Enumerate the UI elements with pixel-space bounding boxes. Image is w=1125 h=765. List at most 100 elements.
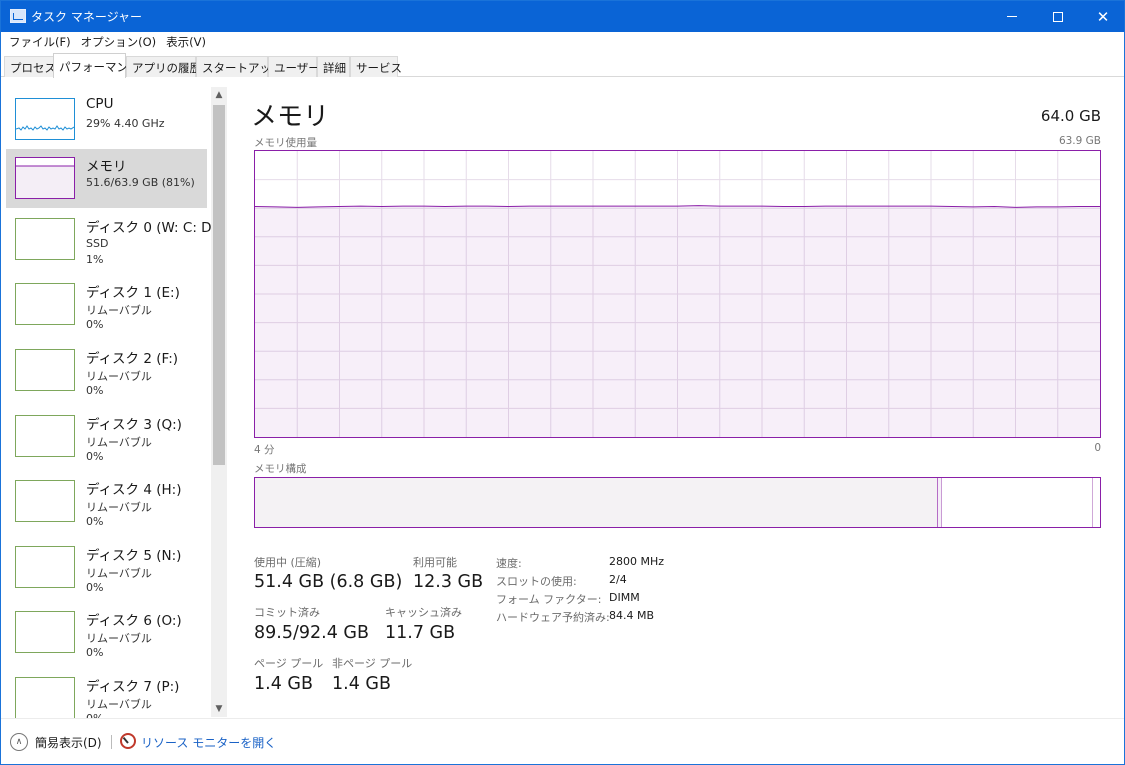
hardware-reserved-value: 84.4 MB — [609, 609, 655, 622]
sidebar-item-name: ディスク 0 (W: C: D:) — [86, 220, 222, 236]
disk-thumbnail — [15, 546, 75, 588]
menu-view[interactable]: 表示(V) — [161, 34, 211, 50]
sidebar-item-name: ディスク 7 (P:) — [86, 679, 180, 695]
speed-value: 2800 MHz — [609, 555, 665, 568]
available-label: 利用可能 — [413, 556, 457, 569]
sidebar-item-type: リムーバブル — [86, 632, 152, 645]
sidebar-item-type: リムーバブル — [86, 567, 152, 580]
memory-thumbnail — [15, 157, 75, 199]
title-bar[interactable]: タスク マネージャー ✕ — [1, 1, 1124, 32]
memory-usage-area — [255, 205, 1100, 437]
sidebar-item-disk-1[interactable]: ディスク 1 (E:) リムーバブル 0% — [6, 275, 207, 334]
tab-performance[interactable]: パフォーマンス — [53, 53, 139, 78]
sidebar-item-disk-6[interactable]: ディスク 6 (O:) リムーバブル 0% — [6, 603, 207, 662]
sidebar-item-usage: 0% — [86, 318, 104, 331]
disk-thumbnail — [15, 218, 75, 260]
sidebar-item-type: リムーバブル — [86, 698, 152, 711]
tab-bar: プロセス パフォーマンス アプリの履歴 スタートアップ ユーザー 詳細 サービス — [1, 52, 1124, 78]
sidebar-item-name: ディスク 2 (F:) — [86, 351, 179, 367]
disk-thumbnail — [15, 611, 75, 653]
composition-in-use — [255, 478, 938, 527]
time-axis-end: 0 — [1094, 442, 1101, 454]
sidebar-item-memory[interactable]: メモリ 51.6/63.9 GB (81%) — [6, 149, 207, 208]
committed-label: コミット済み — [254, 606, 320, 619]
sidebar-item-type: SSD — [86, 237, 109, 250]
tab-startup[interactable]: スタートアップ — [196, 56, 283, 77]
composition-standby-divider — [1092, 478, 1093, 527]
open-resource-monitor-link[interactable]: リソース モニターを開く — [141, 734, 276, 751]
disk-thumbnail — [15, 283, 75, 325]
sidebar-item-usage: 1% — [86, 253, 104, 266]
scroll-up-icon[interactable]: ▲ — [211, 87, 227, 103]
minimize-icon — [1007, 16, 1017, 17]
sidebar-item-type: リムーバブル — [86, 436, 152, 449]
hardware-reserved-label: ハードウェア予約済み: — [496, 611, 610, 624]
sidebar-item-name: ディスク 1 (E:) — [86, 285, 180, 301]
resource-monitor-icon[interactable] — [120, 733, 136, 749]
slots-label: スロットの使用: — [496, 575, 577, 588]
chevron-up-icon[interactable]: ∧ — [10, 733, 28, 751]
sidebar-item-disk-7[interactable]: ディスク 7 (P:) リムーバブル 0% — [6, 669, 207, 718]
slots-value: 2/4 — [609, 573, 627, 586]
sidebar-item-disk-5[interactable]: ディスク 5 (N:) リムーバブル 0% — [6, 538, 207, 597]
task-manager-window: タスク マネージャー ✕ ファイル(F) オプション(O) 表示(V) プロセス… — [0, 0, 1125, 765]
tab-details[interactable]: 詳細 — [317, 56, 350, 77]
memory-usage-chart — [255, 151, 1100, 437]
usage-graph-label: メモリ使用量 — [254, 137, 317, 149]
usage-graph-max: 63.9 GB — [1058, 135, 1101, 147]
composition-label: メモリ構成 — [254, 463, 307, 475]
memory-usage-graph — [254, 150, 1101, 438]
minimize-button[interactable] — [989, 1, 1035, 32]
window-title: タスク マネージャー — [31, 10, 142, 24]
available-value: 12.3 GB — [413, 572, 484, 592]
memory-total: 64.0 GB — [1040, 107, 1101, 125]
maximize-icon — [1053, 11, 1063, 22]
sidebar-item-type: リムーバブル — [86, 304, 152, 317]
fewer-details-button[interactable]: 簡易表示(D) — [35, 734, 102, 751]
nonpaged-pool-value: 1.4 GB — [332, 674, 391, 694]
sidebar-item-name: ディスク 3 (Q:) — [86, 417, 182, 433]
sidebar-item-detail: 51.6/63.9 GB (81%) — [86, 176, 195, 189]
sidebar-item-disk-4[interactable]: ディスク 4 (H:) リムーバブル 0% — [6, 472, 207, 531]
cached-label: キャッシュ済み — [385, 606, 462, 619]
sidebar-item-type: リムーバブル — [86, 501, 152, 514]
tab-app-history[interactable]: アプリの履歴 — [126, 56, 201, 77]
sidebar-item-cpu[interactable]: CPU 29% 4.40 GHz — [6, 90, 207, 149]
memory-panel: メモリ 64.0 GB メモリ使用量 63.9 GB 4 分 0 メモリ構成 使… — [229, 78, 1124, 718]
maximize-button[interactable] — [1035, 1, 1081, 32]
form-factor-label: フォーム ファクター: — [496, 593, 602, 606]
sidebar-scrollbar[interactable]: ▲ ▼ — [211, 87, 227, 717]
composition-modified — [938, 478, 942, 527]
sidebar-item-disk-0[interactable]: ディスク 0 (W: C: D:) SSD 1% — [6, 210, 221, 269]
disk-thumbnail — [15, 349, 75, 391]
sidebar-item-usage: 0% — [86, 384, 104, 397]
menu-options[interactable]: オプション(O) — [76, 34, 162, 50]
footer-bar: ∧ 簡易表示(D) リソース モニターを開く — [1, 718, 1124, 764]
menu-bar: ファイル(F) オプション(O) 表示(V) — [1, 32, 1124, 52]
tab-users[interactable]: ユーザー — [268, 56, 320, 77]
tab-processes[interactable]: プロセス — [4, 56, 56, 77]
cpu-thumbnail — [15, 98, 75, 140]
sidebar-item-name: ディスク 4 (H:) — [86, 482, 182, 498]
paged-pool-label: ページ プール — [254, 657, 324, 670]
sidebar-item-disk-3[interactable]: ディスク 3 (Q:) リムーバブル 0% — [6, 407, 207, 466]
disk-thumbnail — [15, 415, 75, 457]
menu-file[interactable]: ファイル(F) — [4, 34, 76, 50]
footer-divider — [111, 735, 112, 749]
scroll-down-icon[interactable]: ▼ — [211, 701, 227, 717]
disk-thumbnail — [15, 677, 75, 718]
time-axis-start: 4 分 — [254, 444, 275, 456]
tab-services[interactable]: サービス — [350, 56, 402, 77]
close-button[interactable]: ✕ — [1080, 1, 1124, 32]
sidebar-item-disk-2[interactable]: ディスク 2 (F:) リムーバブル 0% — [6, 341, 207, 400]
in-use-label: 使用中 (圧縮) — [254, 556, 322, 569]
disk-thumbnail — [15, 480, 75, 522]
sidebar-item-usage: 0% — [86, 450, 104, 463]
sidebar-item-usage: 0% — [86, 646, 104, 659]
committed-value: 89.5/92.4 GB — [254, 623, 369, 643]
in-use-value: 51.4 GB (6.8 GB) — [254, 572, 403, 592]
scroll-thumb[interactable] — [213, 105, 225, 465]
nonpaged-pool-label: 非ページ プール — [332, 657, 413, 670]
sidebar-item-name: メモリ — [86, 159, 127, 175]
paged-pool-value: 1.4 GB — [254, 674, 313, 694]
